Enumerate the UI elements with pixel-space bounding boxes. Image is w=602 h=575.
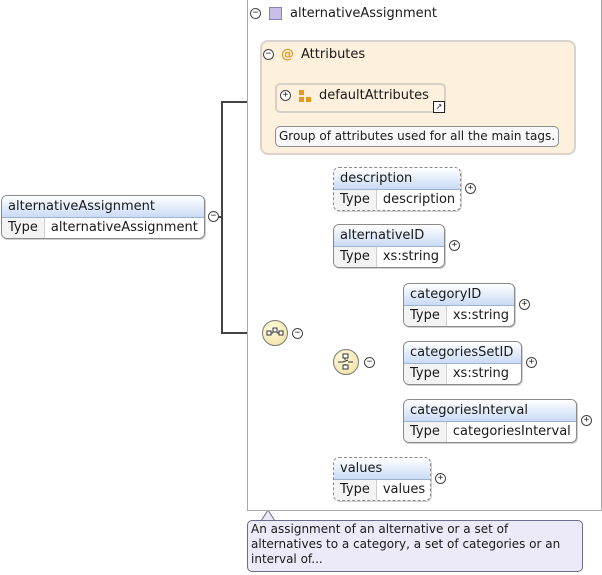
element-type-row: Type xs:string [404,364,521,384]
element-type-row: Type values [334,480,430,500]
type-value: categoriesInterval [452,424,571,439]
attributes-title: Attributes [301,47,366,62]
type-label: Type [334,190,377,210]
type-value: description [382,192,456,207]
element-name: categoriesInterval [404,400,576,422]
attribute-group-annotation: Group of attributes used for all the mai… [275,126,559,147]
expand-icon[interactable]: + [519,299,530,310]
type-label: Type [404,306,447,326]
attributes-header: − @ Attributes [263,47,365,62]
expand-icon[interactable]: + [449,240,460,251]
collapse-icon[interactable]: − [364,357,375,368]
element-type-row: Type xs:string [404,306,514,326]
complex-type-icon [269,7,282,20]
root-element-type-row: Type alternativeAssignment [2,218,204,238]
type-value: xs:string [382,249,440,264]
expand-icon[interactable]: + [280,90,291,101]
attribute-group-label-row: + defaultAttributes [280,88,429,103]
complex-type-header: − alternativeAssignment [250,6,437,21]
type-label: Type [404,364,447,384]
type-label: Type [334,480,377,500]
element-name: alternativeID [334,225,444,247]
root-element-box[interactable]: alternativeAssignment Type alternativeAs… [1,195,205,239]
element-box-categoryID[interactable]: categoryID Type xs:string [403,283,515,327]
element-name: categoryID [404,284,514,306]
collapse-icon[interactable]: − [292,328,303,339]
element-box-categoriesSetID[interactable]: categoriesSetID Type xs:string [403,341,522,385]
type-value: xs:string [452,308,510,323]
root-element-name: alternativeAssignment [2,196,204,218]
element-annotation: An assignment of an alternative or a set… [247,520,583,572]
sequence-compositor-icon[interactable] [262,320,288,346]
complex-type-name: alternativeAssignment [290,6,437,21]
element-box-alternativeID[interactable]: alternativeID Type xs:string [333,224,445,268]
type-value: xs:string [452,366,510,381]
attribute-group-icon [299,89,311,102]
at-icon: @ [281,47,294,62]
element-box-values[interactable]: values Type values [333,457,431,501]
element-type-row: Type categoriesInterval [404,422,576,442]
collapse-icon[interactable]: − [208,211,219,222]
element-box-description[interactable]: description Type description [333,167,461,211]
element-name: description [334,168,460,190]
element-box-categoriesInterval[interactable]: categoriesInterval Type categoriesInterv… [403,399,577,443]
choice-compositor-icon[interactable] [333,349,359,375]
type-label: Type [334,247,377,267]
expand-icon[interactable]: + [435,473,446,484]
element-name: categoriesSetID [404,342,521,364]
expand-icon[interactable]: + [465,183,476,194]
type-label: Type [404,422,447,442]
expand-icon[interactable]: + [581,415,592,426]
type-value: alternativeAssignment [50,220,198,235]
element-type-row: Type xs:string [334,247,444,267]
element-type-row: Type description [334,190,460,210]
reference-arrow-icon[interactable]: ↗ [433,101,445,113]
type-value: values [382,482,426,497]
attribute-group-name: defaultAttributes [319,88,429,103]
collapse-icon[interactable]: − [250,8,261,19]
collapse-icon[interactable]: − [263,49,274,60]
element-name: values [334,458,430,480]
expand-icon[interactable]: + [526,357,537,368]
type-label: Type [2,218,45,238]
